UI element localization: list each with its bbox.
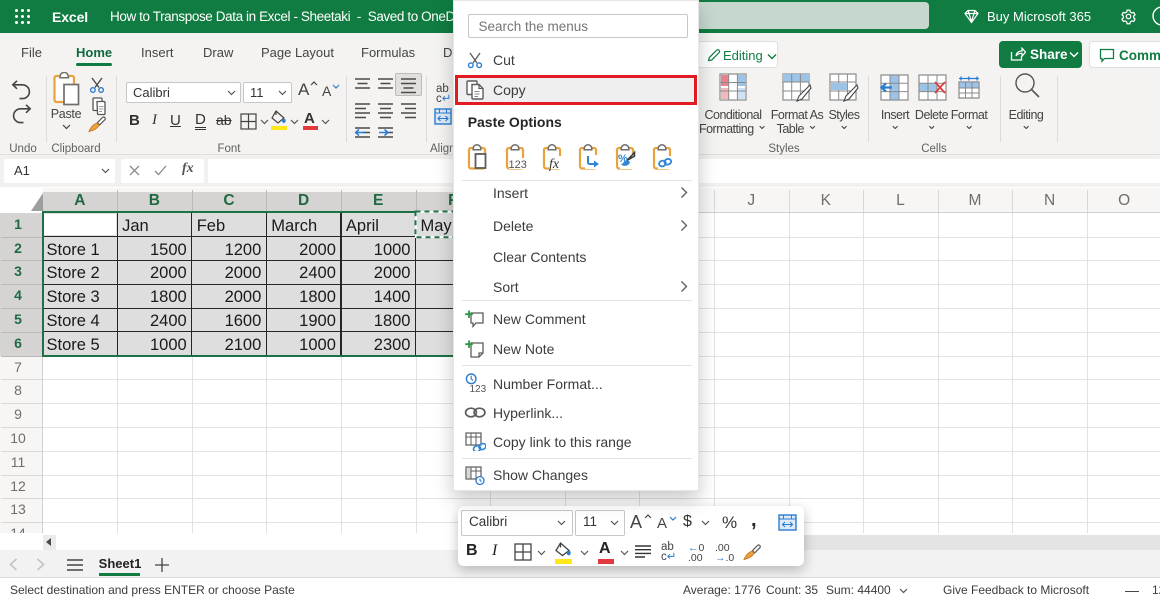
svg-text:123: 123 [509, 159, 527, 171]
svg-text:fx: fx [549, 157, 560, 171]
